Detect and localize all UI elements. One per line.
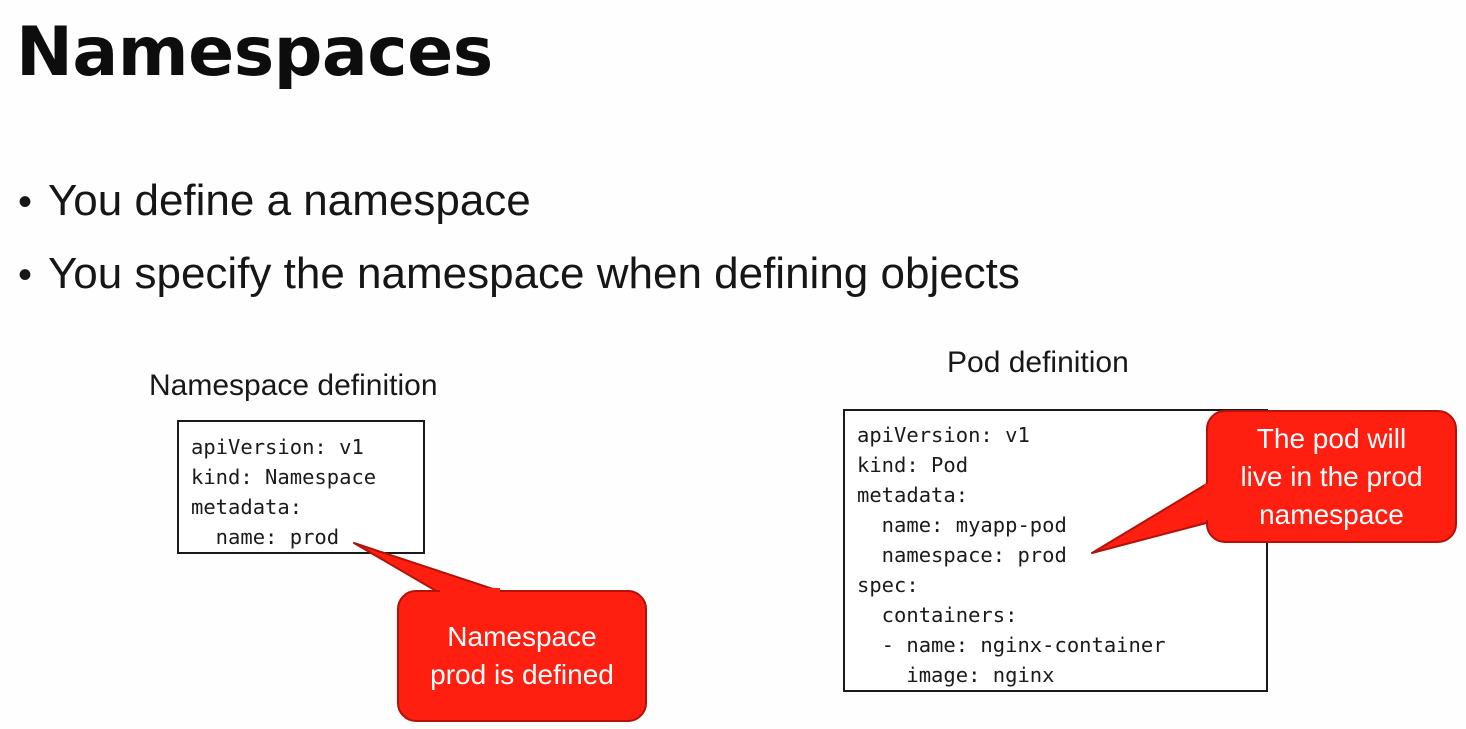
bullet-text: You define a namespace: [48, 176, 531, 225]
code-line: namespace: prod: [857, 543, 1067, 567]
callout-line: Namespace: [447, 621, 597, 652]
bullet-dot-icon: •: [18, 180, 33, 224]
code-line: image: nginx: [857, 663, 1055, 687]
pod-callout: The pod will live in the prod namespace: [1206, 410, 1457, 543]
namespace-definition-caption: Namespace definition: [149, 369, 438, 402]
code-line: name: myapp-pod: [857, 513, 1067, 537]
callout-line: The pod will: [1256, 422, 1407, 454]
code-line: apiVersion: v1: [191, 435, 364, 459]
code-line: - name: nginx-container: [857, 633, 1166, 657]
code-line: metadata:: [857, 483, 969, 507]
bullet-list: • You define a namespace • You specify t…: [18, 165, 1020, 311]
code-line: containers:: [857, 603, 1018, 627]
callout-line: prod is defined: [430, 659, 614, 690]
callout-line: live in the prod: [1240, 460, 1423, 492]
bullet-dot-icon: •: [18, 253, 33, 297]
callout-line: namespace: [1259, 498, 1404, 530]
callout-text: Namespace prod is defined: [430, 618, 614, 694]
namespace-callout: Namespace prod is defined: [397, 590, 647, 722]
code-line: metadata:: [191, 495, 303, 519]
code-line: name: prod: [191, 525, 340, 549]
pod-yaml-box: apiVersion: v1 kind: Pod metadata: name:…: [843, 409, 1268, 692]
code-line: spec:: [857, 573, 919, 597]
code-line: kind: Namespace: [191, 465, 377, 489]
pod-definition-caption: Pod definition: [947, 346, 1129, 379]
callout-text: The pod will live in the prod namespace: [1240, 420, 1422, 534]
bullet-item: • You specify the namespace when definin…: [18, 238, 1020, 311]
code-line: kind: Pod: [857, 453, 969, 477]
bullet-text: You specify the namespace when defining …: [48, 249, 1020, 298]
slide-title: Namespaces: [16, 13, 493, 92]
code-line: apiVersion: v1: [857, 423, 1030, 447]
namespace-yaml-box: apiVersion: v1 kind: Namespace metadata:…: [177, 420, 425, 554]
bullet-item: • You define a namespace: [18, 165, 1020, 238]
